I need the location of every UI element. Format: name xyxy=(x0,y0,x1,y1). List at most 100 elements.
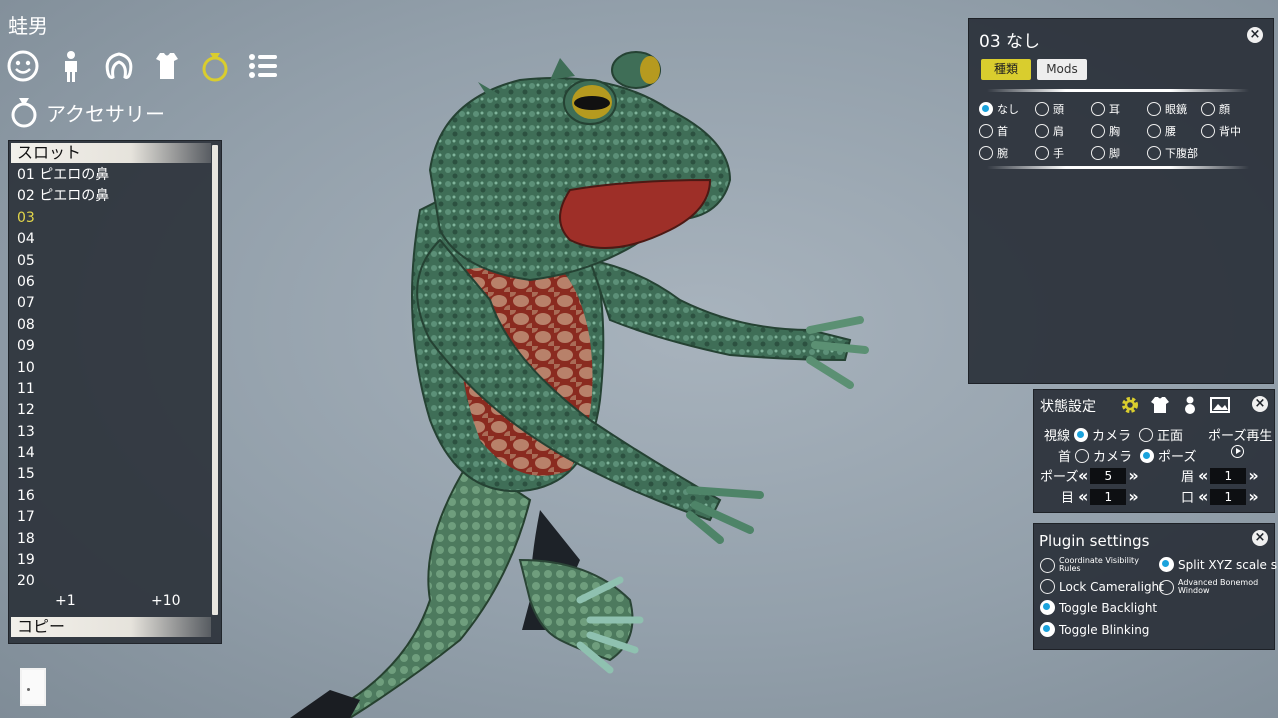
radio-button[interactable] xyxy=(1035,124,1049,138)
tab-kind[interactable]: 種類 xyxy=(981,59,1031,80)
neck-pose-radio[interactable] xyxy=(1140,448,1155,463)
kind-option[interactable]: 背中 xyxy=(1201,123,1241,139)
shirt-icon[interactable] xyxy=(1150,395,1170,415)
radio-button[interactable] xyxy=(979,146,993,160)
face-category-button[interactable] xyxy=(6,48,40,84)
pose-stepper[interactable]: « 5 » xyxy=(1078,467,1139,484)
plugin-option[interactable]: Toggle Backlight xyxy=(1040,600,1157,615)
radio-button[interactable] xyxy=(1091,146,1105,160)
kind-option[interactable]: 下腹部 xyxy=(1147,145,1198,161)
radio-button[interactable] xyxy=(1091,102,1105,116)
kind-option[interactable]: なし xyxy=(979,101,1019,117)
exit-door-icon[interactable] xyxy=(20,668,46,706)
kind-option[interactable]: 頭 xyxy=(1035,101,1064,117)
slot-item[interactable]: 10 xyxy=(17,358,207,379)
slot-item[interactable]: 04 xyxy=(17,229,207,250)
body-category-button[interactable] xyxy=(54,48,88,84)
state-settings-panel: 状態設定 × 視線 カメラ 正面 ポーズ再生 首 カメラ ポーズ ポーズ « 5… xyxy=(1033,389,1275,513)
slot-item[interactable]: 14 xyxy=(17,443,207,464)
radio-button[interactable] xyxy=(1091,124,1105,138)
hair-category-button[interactable] xyxy=(102,48,136,84)
close-icon[interactable]: × xyxy=(1247,27,1263,43)
plugin-option[interactable]: Lock Cameralight xyxy=(1040,579,1164,594)
kind-option[interactable]: 手 xyxy=(1035,145,1064,161)
gaze-camera-radio[interactable] xyxy=(1074,427,1089,442)
decrement-icon[interactable]: « xyxy=(1198,488,1208,505)
clothes-category-button[interactable] xyxy=(150,48,184,84)
slot-scrollbar[interactable] xyxy=(212,145,218,615)
copy-header[interactable]: コピー xyxy=(11,617,211,637)
eyebrow-stepper[interactable]: « 1 » xyxy=(1198,467,1259,484)
slot-item[interactable]: 13 xyxy=(17,422,207,443)
toggle-radio[interactable] xyxy=(1040,557,1055,573)
snowman-icon[interactable] xyxy=(1180,395,1200,415)
hair-icon xyxy=(105,52,133,79)
radio-button[interactable] xyxy=(1147,146,1161,160)
radio-button[interactable] xyxy=(1201,102,1215,116)
radio-button[interactable] xyxy=(1035,146,1049,160)
radio-button[interactable] xyxy=(1147,124,1161,138)
increment-icon[interactable]: » xyxy=(1128,467,1138,484)
slot-item[interactable]: 16 xyxy=(17,486,207,507)
tab-mods[interactable]: Mods xyxy=(1037,59,1087,80)
kind-option[interactable]: 眼鏡 xyxy=(1147,101,1187,117)
slot-item[interactable]: 01 ピエロの鼻 xyxy=(17,165,207,186)
toggle-radio[interactable] xyxy=(1159,579,1174,595)
kind-option[interactable]: 肩 xyxy=(1035,123,1064,139)
decrement-icon[interactable]: « xyxy=(1078,488,1088,505)
slot-item[interactable]: 08 xyxy=(17,315,207,336)
slot-item[interactable]: 17 xyxy=(17,507,207,528)
radio-button[interactable] xyxy=(979,102,993,116)
kind-option[interactable]: 耳 xyxy=(1091,101,1120,117)
kind-option[interactable]: 顔 xyxy=(1201,101,1230,117)
slot-item[interactable]: 09 xyxy=(17,336,207,357)
radio-button[interactable] xyxy=(979,124,993,138)
increment-icon[interactable]: » xyxy=(1248,488,1258,505)
gear-icon[interactable] xyxy=(1120,395,1140,415)
plugin-option[interactable]: Advanced Bonemod Window xyxy=(1159,579,1276,595)
kind-option[interactable]: 脚 xyxy=(1091,145,1120,161)
radio-button[interactable] xyxy=(1147,102,1161,116)
neck-camera-radio[interactable] xyxy=(1075,448,1090,463)
close-icon[interactable]: × xyxy=(1252,396,1268,412)
slot-item[interactable]: 18 xyxy=(17,529,207,550)
gaze-front-radio[interactable] xyxy=(1139,427,1154,442)
slot-item[interactable]: 07 xyxy=(17,293,207,314)
slot-item[interactable]: 15 xyxy=(17,464,207,485)
slot-item[interactable]: 20 xyxy=(17,571,207,592)
decrement-icon[interactable]: « xyxy=(1078,467,1088,484)
slot-item[interactable]: 02 ピエロの鼻 xyxy=(17,186,207,207)
toggle-radio[interactable] xyxy=(1159,557,1174,572)
increment-icon[interactable]: » xyxy=(1128,488,1138,505)
eye-stepper[interactable]: « 1 » xyxy=(1078,488,1139,505)
toggle-radio[interactable] xyxy=(1040,622,1055,637)
toggle-radio[interactable] xyxy=(1040,579,1055,594)
add-one-slot-button[interactable]: +1 xyxy=(55,593,76,609)
plugin-option[interactable]: Split XYZ scale sliders xyxy=(1159,557,1278,572)
kind-option[interactable]: 腰 xyxy=(1147,123,1176,139)
play-icon[interactable] xyxy=(1231,445,1244,458)
radio-button[interactable] xyxy=(1035,102,1049,116)
eyebrow-row: 眉 « 1 » xyxy=(1180,466,1259,485)
slot-item[interactable]: 11 xyxy=(17,379,207,400)
toggle-radio[interactable] xyxy=(1040,600,1055,615)
add-ten-slots-button[interactable]: +10 xyxy=(151,593,181,609)
slot-item[interactable]: 06 xyxy=(17,272,207,293)
list-category-button[interactable] xyxy=(246,48,280,84)
slot-item[interactable]: 05 xyxy=(17,251,207,272)
kind-option[interactable]: 腕 xyxy=(979,145,1008,161)
plugin-option[interactable]: Toggle Blinking xyxy=(1040,622,1149,637)
plugin-option[interactable]: Coordinate Visibility Rules xyxy=(1040,557,1157,573)
slot-item[interactable]: 03 xyxy=(17,208,207,229)
slot-item[interactable]: 19 xyxy=(17,550,207,571)
kind-option[interactable]: 首 xyxy=(979,123,1008,139)
radio-button[interactable] xyxy=(1201,124,1215,138)
accessory-category-button[interactable] xyxy=(198,48,232,84)
mouth-stepper[interactable]: « 1 » xyxy=(1198,488,1259,505)
slot-item[interactable]: 12 xyxy=(17,400,207,421)
close-icon[interactable]: × xyxy=(1252,530,1268,546)
kind-option[interactable]: 胸 xyxy=(1091,123,1120,139)
image-icon[interactable] xyxy=(1210,395,1230,415)
increment-icon[interactable]: » xyxy=(1248,467,1258,484)
decrement-icon[interactable]: « xyxy=(1198,467,1208,484)
